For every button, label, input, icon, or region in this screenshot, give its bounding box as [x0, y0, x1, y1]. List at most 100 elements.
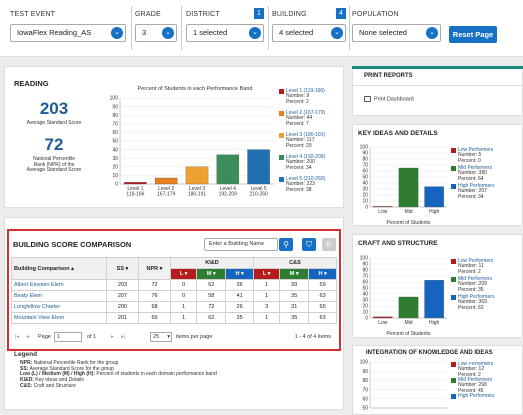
kid-low-cell: 0 [169, 290, 198, 302]
npr-cell: 69 [138, 312, 171, 324]
y-tick-label: 90 [362, 369, 368, 375]
legend-text: High Performers Number: 207 Percent: 34 [458, 183, 494, 200]
y-tick-label: 70 [362, 274, 368, 280]
legend-text: Low Performers Number: 11 Percent: 2 [458, 258, 493, 275]
print-dashboard-link[interactable]: Print Dashboard [364, 96, 414, 102]
building-name-link[interactable]: Albert Einstein Elem [11, 279, 107, 291]
reset-filter-button[interactable]: ↻ [322, 238, 336, 251]
last-page-icon[interactable]: ▸| [121, 334, 125, 340]
building-name-link[interactable]: Beaty Elem [11, 290, 107, 302]
chevron-down-icon: ⌄ [162, 27, 174, 39]
building-select[interactable]: 4 selected ⌄ [272, 24, 346, 42]
column-header-kid-mid[interactable]: M ▾ [196, 268, 227, 280]
legend-title: Legend [14, 351, 38, 358]
column-header-kid-high[interactable]: H ▾ [225, 268, 254, 280]
legend-term: C&S: [20, 382, 33, 389]
y-tick-label: 60 [112, 130, 118, 136]
legend-text: Mid Performers Number: 380 Percent: 64 [458, 165, 492, 182]
chevron-down-icon: ▾ [167, 334, 170, 340]
legend-value: Percent: 2 [286, 98, 309, 105]
craft-structure-legend: Low Performers Number: 11 Percent: 2 Mid Pe… [451, 258, 521, 319]
legend-swatch [279, 89, 284, 94]
y-tick-label: 0 [365, 316, 368, 322]
x-tick-label: 167-179 [157, 192, 176, 198]
building-count-badge: 4 [336, 8, 346, 19]
grade-select[interactable]: 3 ⌄ [135, 24, 177, 42]
x-tick-label: Low [378, 209, 388, 215]
grade-value: 3 [142, 28, 147, 37]
column-header-cs-low[interactable]: L ▾ [252, 268, 281, 280]
filter-icon: ⛉ [306, 240, 312, 249]
district-value: 1 selected [193, 28, 228, 37]
next-page-icon[interactable]: ▸ [111, 334, 114, 340]
legend-text: Low Performers Number: 12 Percent: 2 [458, 362, 493, 378]
print-dashboard-label: Print Dashboard [374, 96, 414, 103]
legend-value: Percent: 35 [458, 286, 484, 293]
cs-high-cell: 63 [308, 290, 337, 302]
district-select[interactable]: 1 selected ⌄ [186, 24, 264, 42]
building-value: 4 selected [279, 28, 314, 37]
key-ideas-chart: 0102030405060708090100 Low Mid High Percent … [360, 145, 447, 225]
npr-cell: 76 [138, 290, 171, 302]
items-per-page-select[interactable]: 25 ▾ [150, 332, 172, 342]
y-tick-label: 90 [362, 262, 368, 268]
column-header-ss[interactable]: SS ▾ [106, 257, 139, 280]
divider [349, 6, 350, 50]
craft-structure-title: CRAFT AND STRUCTURE [358, 240, 438, 247]
y-tick-label: 0 [115, 182, 118, 188]
column-header-cs-mid[interactable]: M ▾ [279, 268, 310, 280]
building-search-input[interactable]: Enter a Building Name [204, 238, 278, 251]
prev-page-icon[interactable]: ◂ [26, 334, 29, 340]
legend-value: Percent: 20 [286, 142, 312, 149]
population-select[interactable]: None selected ⌄ [352, 24, 441, 42]
y-tick-label: 70 [362, 163, 368, 169]
kid-low-cell: 1 [169, 312, 198, 324]
bar [398, 296, 419, 319]
average-standard-score-label: Average Standard Score [26, 120, 82, 126]
legend-value: Percent: 0 [458, 157, 481, 164]
cs-low-cell: 3 [252, 301, 281, 313]
bar [185, 166, 209, 185]
cs-mid-cell: 39 [279, 279, 310, 291]
test-event-label: TEST EVENT [10, 11, 56, 18]
test-event-select[interactable]: IowaFlex Reading_AS ⌄ [10, 24, 126, 42]
column-header-npr[interactable]: NPR ▾ [138, 257, 171, 280]
key-ideas-legend: Low Performers Number: 5 Percent: 0 Mid Per… [451, 147, 521, 208]
legend: Legend NPR: National Percentile Rank for… [14, 351, 217, 390]
column-header-kid-low[interactable]: L ▾ [169, 268, 198, 280]
kid-high-cell: 36 [225, 279, 254, 291]
reset-page-button[interactable]: Reset Page [449, 26, 497, 43]
chevron-down-icon: ⌄ [111, 27, 123, 39]
x-tick-label: High [429, 209, 440, 215]
page-number-input[interactable]: 1 [54, 332, 82, 342]
legend-value: Percent: 63 [458, 304, 484, 311]
ss-cell: 201 [106, 312, 139, 324]
legend-swatch [279, 155, 284, 160]
filter-button[interactable]: ⛉ [302, 238, 316, 251]
y-tick-label: 40 [362, 181, 368, 187]
building-name-link[interactable]: Mountain View Elem [11, 312, 107, 324]
divider [268, 6, 269, 50]
column-header-building[interactable]: Building Comparison ▴ [11, 257, 107, 280]
search-button[interactable]: ⚲ [279, 238, 293, 251]
y-tick-label: 10 [362, 199, 368, 205]
cs-mid-cell: 35 [279, 312, 310, 324]
bar [124, 182, 147, 185]
population-value: None selected [359, 28, 407, 37]
x-tick-label: 210-260 [249, 192, 268, 198]
reading-title: READING [14, 79, 49, 88]
kid-high-cell: 35 [225, 312, 254, 324]
cs-high-cell: 59 [308, 279, 337, 291]
legend-text: Level 5 (210-260) Number: 223 Percent: 38 [286, 176, 325, 193]
column-header-cs-high[interactable]: H ▾ [308, 268, 337, 280]
x-tick-label: 192-209 [219, 192, 238, 198]
legend-items: NPR: National Percentile Rank for the gr… [20, 360, 217, 390]
building-name-link[interactable]: Longfellow Charter [11, 301, 107, 313]
filter-bar: TEST EVENT IowaFlex Reading_AS ⌄ GRADE 3 ⌄… [0, 0, 523, 57]
legend-swatch [279, 111, 284, 116]
search-icon: ⚲ [283, 240, 289, 249]
first-page-icon[interactable]: |◂ [15, 334, 19, 340]
y-tick-label: 90 [112, 104, 118, 110]
y-tick-label: 50 [362, 175, 368, 181]
bar [424, 280, 444, 319]
